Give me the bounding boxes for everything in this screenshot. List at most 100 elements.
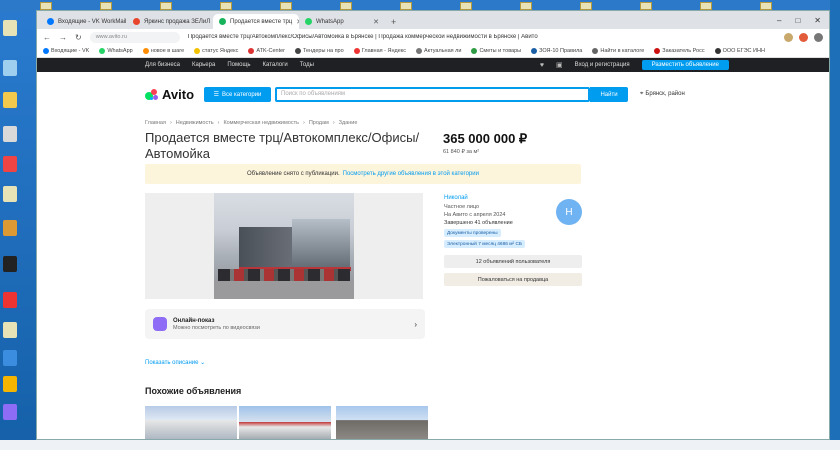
show-description-link[interactable]: Показать описание ⌄ [145,359,205,366]
complain-seller-button[interactable]: Пожаловаться на продавца [444,273,582,286]
desktop-file-icon[interactable] [760,2,772,10]
extension-icon[interactable] [784,32,793,42]
bookmark[interactable]: WhatsApp [99,48,133,54]
desktop-icon[interactable] [3,126,17,142]
bookmark[interactable]: Актуальная ли [416,48,461,54]
bookmark-icon [416,48,423,54]
bookmark[interactable]: ООО ЕГЭС ИНН [714,48,765,54]
desktop-file-icon[interactable] [640,2,652,10]
all-categories-button[interactable]: ☰ Все категории [204,87,271,102]
profile-icon[interactable] [814,32,823,42]
desktop-file-icon[interactable] [220,2,232,10]
desktop-file-icon[interactable] [460,2,472,10]
location-selector[interactable]: ⌖ Брянск, район [640,91,685,98]
desktop-file-icon[interactable] [520,2,532,10]
bookmark-label: новое в шаге [150,48,185,54]
breadcrumb-item[interactable]: Здание [339,120,358,126]
similar-listing-card[interactable] [336,406,428,439]
online-show-card[interactable]: Онлайн-показ Можно посмотреть по видеосв… [145,309,425,339]
breadcrumb-item[interactable]: Недвижимость [176,120,214,126]
tab-close-icon[interactable]: ✕ [373,18,379,26]
bookmark-icon [43,48,49,54]
desktop-icon[interactable] [3,292,17,308]
bookmark[interactable]: Найти в каталоге [592,48,644,54]
similar-listing-card[interactable] [145,406,237,439]
maximize-button[interactable]: □ [795,16,800,25]
desktop-icon[interactable] [3,256,17,272]
desktop-icon[interactable] [3,376,17,392]
other-listings-link[interactable]: Посмотреть другие объявления в этой кате… [343,171,479,177]
bookmark-label: Главная - Яндекс [361,48,407,54]
search-button[interactable]: Найти [590,87,628,102]
close-window-button[interactable]: ✕ [814,16,821,25]
desktop-file-icon[interactable] [40,2,52,10]
desktop-icon[interactable] [3,404,17,420]
seller-ads-button[interactable]: 12 объявлений пользователя [444,255,582,268]
breadcrumb-item[interactable]: Главная [145,120,166,126]
tab-label: WhatsApp [316,18,344,25]
nav-link-catalogs[interactable]: Каталоги [263,62,288,68]
similar-listings-heading: Похожие объявления [145,386,242,396]
desktop-icon[interactable] [3,60,17,76]
bookmark[interactable]: Тендеры на про [295,48,344,54]
tab[interactable]: Яркинс продажа ЗЕЛиЛ ✕ [127,14,213,29]
avito-page: Avito ☰ Все категории Поиск по объявлени… [37,72,829,439]
location-label: Брянск, район [645,91,685,97]
bookmark[interactable]: Входящие - VK [43,48,89,54]
bookmarks-bar: Входящие - VK WhatsApp новое в шаге стат… [37,45,829,58]
search-input[interactable]: Поиск по объявлениям [275,87,590,102]
breadcrumb-item[interactable]: Коммерческая недвижимость [223,120,299,126]
desktop-icon[interactable] [3,20,17,36]
bookmark[interactable]: ЗОЯ-10 Правила [531,48,582,54]
nav-link-help[interactable]: Помощь [227,62,250,68]
bookmark[interactable]: новое в шаге [142,48,185,54]
bookmark[interactable]: статус Яндекс [194,48,238,54]
login-link[interactable]: Вход и регистрация [575,62,630,68]
nav-link-other[interactable]: Тоды [300,62,314,68]
bookmark[interactable]: Главная - Яндекс [353,48,407,54]
online-show-subtitle: Можно посмотреть по видеосвязи [173,324,260,331]
breadcrumb-item[interactable]: Продам [309,120,329,126]
desktop-icon[interactable] [3,92,17,108]
seller-name-link[interactable]: Николай [444,195,468,201]
minimize-button[interactable]: – [777,16,781,25]
back-arrow-icon[interactable]: ← [43,33,51,42]
forward-arrow-icon[interactable]: → [59,33,67,42]
post-ad-button[interactable]: Разместить объявление [641,60,729,70]
tab-favicon-icon [47,18,54,25]
cart-icon[interactable]: ▣ [556,61,563,69]
online-show-title: Онлайн-показ [173,317,215,324]
reload-icon[interactable]: ↻ [75,33,82,42]
seller-avatar[interactable]: Н [556,199,582,225]
tab-favicon-icon [219,18,226,25]
desktop-file-icon[interactable] [160,2,172,10]
desktop-file-icon[interactable] [280,2,292,10]
bookmark[interactable]: ATK-Center [248,48,285,54]
new-tab-button[interactable]: + [385,17,402,29]
photo-gallery[interactable] [145,193,423,299]
categories-grid-icon: ☰ [213,92,219,98]
desktop-icon[interactable] [3,156,17,172]
desktop-icon[interactable] [3,322,17,338]
similar-listing-card[interactable] [239,406,331,439]
desktop-file-icon[interactable] [700,2,712,10]
url-field[interactable]: www.avito.ru [89,31,180,43]
desktop-file-icon[interactable] [340,2,352,10]
desktop-icon[interactable] [3,186,17,202]
desktop-file-icon[interactable] [580,2,592,10]
tab-active[interactable]: Продается вместе трц ✕ [213,14,299,29]
tab[interactable]: Входящие - VK WorkMail ✕ [41,14,127,29]
desktop-icon[interactable] [3,220,17,236]
desktop-icon[interactable] [3,350,17,366]
bookmark[interactable]: Сметы и товары [471,48,521,54]
favorites-heart-icon[interactable]: ♥ [540,62,544,69]
nav-link-career[interactable]: Карьера [192,62,215,68]
listing-photo[interactable] [214,193,354,299]
tab[interactable]: WhatsApp ✕ [299,14,385,29]
desktop-file-icon[interactable] [400,2,412,10]
avito-logo[interactable]: Avito [145,87,194,102]
bookmark[interactable]: Заказатель Росс [654,48,705,54]
desktop-file-icon[interactable] [100,2,112,10]
extension-icon[interactable] [799,32,808,42]
nav-link-business[interactable]: Для бизнеса [145,62,180,68]
